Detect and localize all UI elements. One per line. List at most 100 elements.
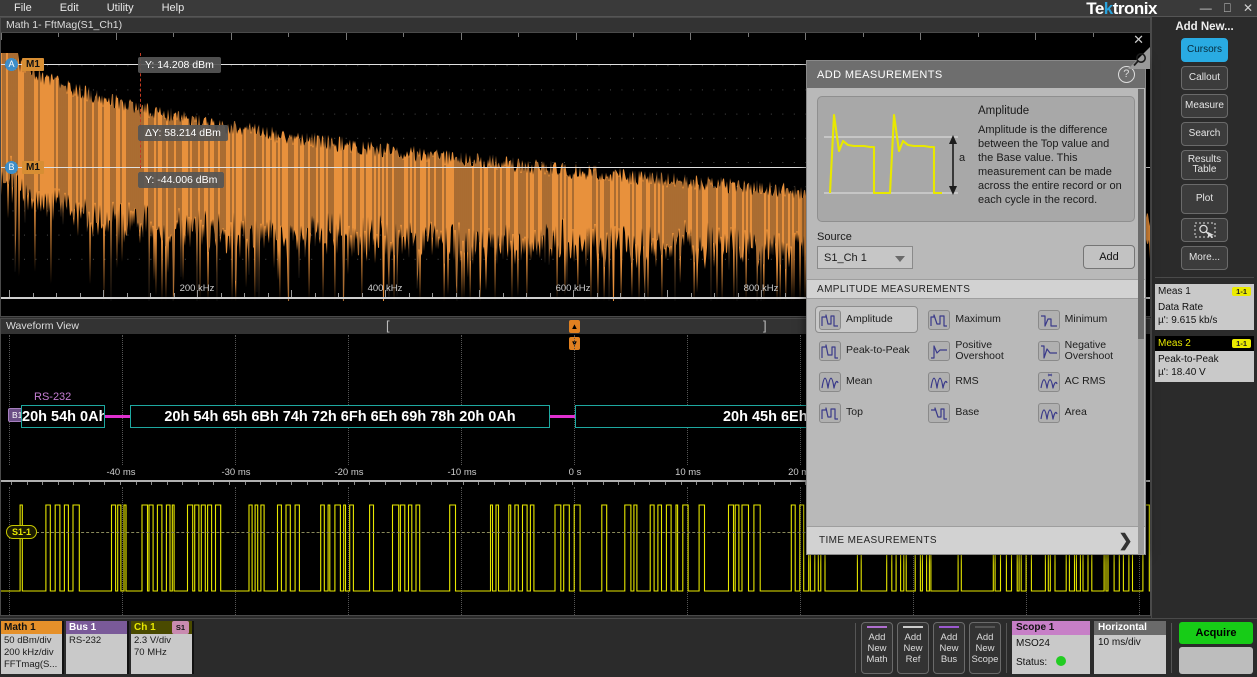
zoom-select-icon[interactable] bbox=[1181, 218, 1228, 242]
bus-packet[interactable]: 20h 54h 0Ah bbox=[21, 405, 105, 428]
measurement-option-label: Minimum bbox=[1065, 314, 1108, 325]
scope-status-label: Status: bbox=[1016, 657, 1047, 668]
minimize-icon[interactable]: — bbox=[1200, 1, 1212, 15]
add-new-callout-button[interactable]: Callout bbox=[1181, 66, 1228, 90]
badge-bus-1[interactable]: Bus 1 RS-232 bbox=[66, 621, 129, 674]
measurement-value: µ': 18.40 V bbox=[1158, 366, 1251, 379]
menu-item-file[interactable]: File bbox=[0, 0, 46, 16]
measurement-name: Data Rate bbox=[1158, 301, 1251, 314]
add-new-ref-button[interactable]: Add New Ref bbox=[897, 622, 929, 674]
add-measurements-dialog[interactable]: ADD MEASUREMENTS ? a Amplitude Amplitude… bbox=[806, 60, 1146, 555]
channel-badge-s1-1[interactable]: S1-1 bbox=[6, 525, 37, 539]
accent-bar bbox=[975, 626, 995, 628]
menu-item-edit[interactable]: Edit bbox=[46, 0, 93, 16]
dialog-scrollbar[interactable] bbox=[1138, 89, 1144, 555]
window-controls: — ⎕ ✕ bbox=[1200, 1, 1253, 15]
badge-horizontal[interactable]: Horizontal 10 ms/div bbox=[1094, 621, 1166, 674]
badge-title: Ch 1 bbox=[134, 621, 156, 634]
measurement-option-label: Area bbox=[1065, 407, 1087, 418]
measurement-option-rms[interactable]: RMS bbox=[924, 368, 1027, 395]
badge-scope-1[interactable]: Scope 1 MSO24 Status: bbox=[1012, 621, 1090, 674]
measurement-badge-title: Meas 2 bbox=[1158, 338, 1191, 349]
horizontal-title: Horizontal bbox=[1094, 621, 1166, 635]
bus-packet[interactable]: 20h 54h 65h 6Bh 74h 72h 6Fh 6Eh 69h 78h … bbox=[130, 405, 550, 428]
nav-bracket-left[interactable]: [ bbox=[386, 319, 390, 333]
trigger-position-badge[interactable]: ▲ bbox=[569, 320, 580, 333]
math-view-close-icon[interactable]: ✕ bbox=[1133, 34, 1144, 46]
cursor-a-source-label: M1 bbox=[22, 58, 44, 71]
source-select[interactable]: S1_Ch 1 bbox=[817, 246, 913, 269]
accent-bar bbox=[939, 626, 959, 628]
measurement-option-amplitude[interactable]: Amplitude bbox=[815, 306, 918, 333]
bottom-bar-divider bbox=[855, 623, 856, 673]
chevron-right-icon[interactable]: ❯ bbox=[1118, 531, 1133, 551]
cursor-b-readout: Y: -44.006 dBm bbox=[138, 172, 224, 188]
scope-title: Scope 1 bbox=[1012, 621, 1090, 635]
pulse-top-icon bbox=[819, 403, 841, 423]
badge-line: 50 dBm/div bbox=[4, 635, 59, 647]
add-new-measure-button[interactable]: Measure bbox=[1181, 94, 1228, 118]
bus-packet-connector bbox=[105, 415, 130, 418]
button-line: Add bbox=[898, 632, 928, 643]
measurement-badge-header: Meas 2 1-1 bbox=[1155, 336, 1254, 351]
oscilloscope-app: File Edit Utility Help Tektronix — ⎕ ✕ M… bbox=[0, 0, 1257, 677]
source-row: Source S1_Ch 1 Add bbox=[807, 222, 1145, 269]
cursor-b-badge[interactable]: B bbox=[5, 161, 18, 174]
measurement-option-ac-rms[interactable]: AC RMS bbox=[1034, 368, 1137, 395]
side-panel-divider bbox=[1155, 277, 1254, 278]
measurement-badge-1[interactable]: Meas 1 1-1 Data Rate µ': 9.615 kb/s bbox=[1155, 284, 1254, 330]
badge-math-1[interactable]: Math 1 50 dBm/div 200 kHz/div FFTmag(S..… bbox=[1, 621, 64, 674]
measurement-badge-pill: 1-1 bbox=[1232, 287, 1251, 296]
button-line: Math bbox=[862, 654, 892, 665]
button-line: New bbox=[970, 643, 1000, 654]
measurement-option-peak-to-peak[interactable]: Peak-to-Peak bbox=[815, 337, 918, 364]
acquire-button[interactable]: Acquire bbox=[1179, 622, 1253, 644]
accent-bar bbox=[903, 626, 923, 628]
menu-item-help[interactable]: Help bbox=[148, 0, 199, 16]
math-view-title: Math 1- FftMag(S1_Ch1) bbox=[1, 18, 1150, 33]
measurement-name: Peak-to-Peak bbox=[1158, 353, 1251, 366]
source-field-group: Source S1_Ch 1 bbox=[817, 231, 913, 269]
add-measurement-button[interactable]: Add bbox=[1083, 245, 1135, 269]
acquire-secondary-button[interactable] bbox=[1179, 647, 1253, 674]
add-new-cursors-button[interactable]: Cursors bbox=[1181, 38, 1228, 62]
measurement-option-mean[interactable]: Mean bbox=[815, 368, 918, 395]
time-tick-label: -20 ms bbox=[334, 467, 363, 478]
measurement-option-label: Maximum bbox=[955, 314, 1001, 325]
measurement-option-area[interactable]: Area bbox=[1034, 399, 1137, 426]
add-new-results-table-button[interactable]: Results Table bbox=[1181, 150, 1228, 180]
menu-item-utility[interactable]: Utility bbox=[93, 0, 148, 16]
pulse-maximum-icon bbox=[928, 310, 950, 330]
measurement-option-maximum[interactable]: Maximum bbox=[924, 306, 1027, 333]
measurement-option-base[interactable]: Base bbox=[924, 399, 1027, 426]
measurement-option-top[interactable]: Top bbox=[815, 399, 918, 426]
time-measurements-section-header[interactable]: TIME MEASUREMENTS ❯ bbox=[807, 526, 1145, 554]
amplitude-measurements-section-header: AMPLITUDE MEASUREMENTS bbox=[807, 279, 1145, 299]
dialog-scrollbar-thumb[interactable] bbox=[1138, 89, 1144, 339]
measurement-option-label: RMS bbox=[955, 376, 978, 387]
add-new-search-button[interactable]: Search bbox=[1181, 122, 1228, 146]
measurement-option-minimum[interactable]: Minimum bbox=[1034, 306, 1137, 333]
measurement-option-positive-overshoot[interactable]: Positive Overshoot bbox=[924, 337, 1027, 364]
add-new-bus-button[interactable]: Add New Bus bbox=[933, 622, 965, 674]
badge-line: 2.3 V/div bbox=[134, 635, 189, 647]
measurement-badge-title: Meas 1 bbox=[1158, 286, 1191, 297]
restore-icon[interactable]: ⎕ bbox=[1224, 1, 1231, 15]
source-label: Source bbox=[817, 231, 913, 243]
cursor-a-badge[interactable]: A bbox=[5, 58, 18, 71]
add-new-scope-button[interactable]: Add New Scope bbox=[969, 622, 1001, 674]
add-new-more-button[interactable]: More... bbox=[1181, 246, 1228, 270]
nav-bracket-right[interactable]: ] bbox=[763, 319, 767, 333]
measurement-option-label: Peak-to-Peak bbox=[846, 345, 910, 356]
measurement-badge-2[interactable]: Meas 2 1-1 Peak-to-Peak µ': 18.40 V bbox=[1155, 336, 1254, 382]
math-view-magnifier-icon[interactable] bbox=[1124, 47, 1150, 69]
button-line: Add bbox=[970, 632, 1000, 643]
badge-ch-1[interactable]: Ch 1 S1 2.3 V/div 70 MHz bbox=[131, 621, 194, 674]
add-new-math-button[interactable]: Add New Math bbox=[861, 622, 893, 674]
badge-line: 70 MHz bbox=[134, 647, 189, 659]
add-new-plot-button[interactable]: Plot bbox=[1181, 184, 1228, 214]
add-new-button-grid: Cursors Callout Measure Search Results T… bbox=[1152, 38, 1257, 270]
close-icon[interactable]: ✕ bbox=[1243, 1, 1253, 15]
measurement-option-negative-overshoot[interactable]: Negative Overshoot bbox=[1034, 337, 1137, 364]
button-line: Add bbox=[934, 632, 964, 643]
